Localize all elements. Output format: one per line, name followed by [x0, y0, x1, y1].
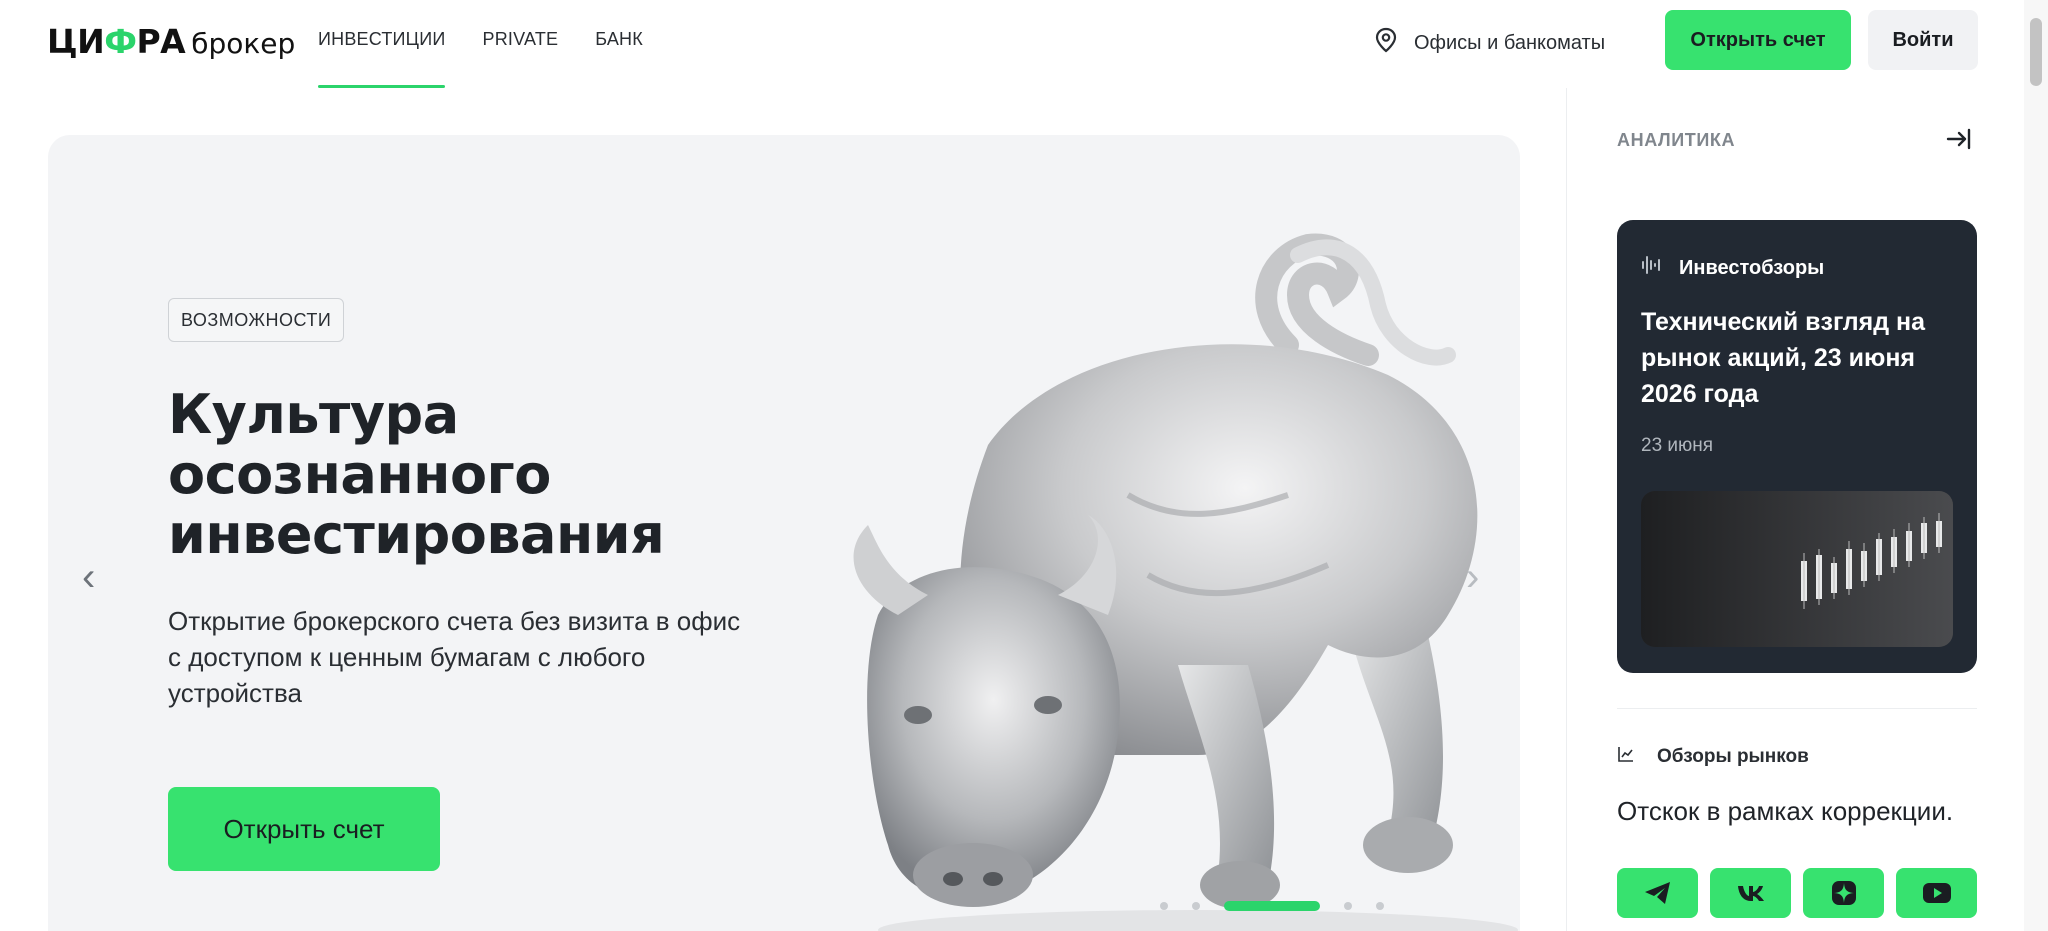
offices-label: Офисы и банкоматы: [1414, 31, 1606, 54]
candlestick-chart-image: [1641, 491, 1953, 647]
carousel-prev-icon[interactable]: ‹: [82, 555, 95, 600]
offices-link[interactable]: Офисы и банкоматы: [1372, 26, 1605, 60]
open-account-button[interactable]: Открыть счет: [1665, 10, 1851, 70]
carousel-dot[interactable]: [1192, 902, 1200, 910]
youtube-icon[interactable]: [1896, 868, 1977, 918]
scrollbar-thumb[interactable]: [2030, 18, 2042, 86]
logo[interactable]: ЦИФРА брокер: [47, 22, 295, 61]
logo-subtitle: брокер: [191, 27, 296, 60]
nav-item-investments[interactable]: ИНВЕСТИЦИИ: [318, 0, 446, 88]
collapse-sidebar-icon[interactable]: [1944, 124, 1974, 154]
dzen-icon[interactable]: [1803, 868, 1884, 918]
carousel-dot-active[interactable]: [1224, 901, 1320, 911]
telegram-icon[interactable]: [1617, 868, 1698, 918]
nav-item-private[interactable]: PRIVATE: [482, 0, 558, 88]
location-pin-icon: [1372, 26, 1400, 60]
markets-review-text[interactable]: Отскок в рамках коррекции.: [1617, 796, 1953, 827]
carousel-pagination: [1160, 901, 1384, 911]
audio-wave-icon: [1641, 254, 1663, 282]
carousel-dot[interactable]: [1160, 902, 1168, 910]
nav-item-bank[interactable]: БАНК: [595, 0, 643, 88]
hero-tag: ВОЗМОЖНОСТИ: [168, 298, 345, 342]
review-category-label: Инвестобзоры: [1679, 256, 1825, 279]
social-links: [1617, 868, 1977, 918]
review-category: Инвестобзоры: [1641, 254, 1824, 282]
hero-banner: ВОЗМОЖНОСТИ Культура осознанного инвести…: [48, 135, 1520, 931]
carousel-dot[interactable]: [1344, 902, 1352, 910]
sidebar-divider: [1566, 88, 1567, 931]
review-date: 23 июня: [1641, 435, 1714, 456]
carousel-next-icon[interactable]: ›: [1466, 555, 1479, 600]
sidebar-separator: [1617, 708, 1977, 709]
review-title: Технический взгляд на рынок акций, 23 ию…: [1641, 308, 1926, 408]
investment-review-card[interactable]: Инвестобзоры Технический взгляд на рынок…: [1617, 220, 1977, 673]
bull-sculpture-image: [853, 233, 1518, 931]
logo-wordmark: ЦИФРА: [47, 22, 186, 61]
analytics-title: АНАЛИТИКА: [1617, 130, 1736, 150]
line-chart-icon: [1617, 745, 1635, 769]
main-nav: ИНВЕСТИЦИИ PRIVATE БАНК: [318, 0, 680, 88]
login-button[interactable]: Войти: [1868, 10, 1978, 70]
markets-category: Обзоры рынков: [1617, 745, 1809, 769]
header: ЦИФРА брокер ИНВЕСТИЦИИ PRIVATE БАНК Офи…: [0, 0, 2048, 88]
page-scrollbar[interactable]: [2024, 0, 2048, 931]
carousel-dot[interactable]: [1376, 902, 1384, 910]
hero-open-account-button[interactable]: Открыть счет: [168, 787, 440, 871]
hero-title: Культура осознанного инвестирования: [168, 383, 665, 566]
hero-description: Открытие брокерского счета без визита в …: [168, 606, 741, 708]
vk-icon[interactable]: [1710, 868, 1791, 918]
markets-category-label: Обзоры рынков: [1657, 746, 1809, 767]
